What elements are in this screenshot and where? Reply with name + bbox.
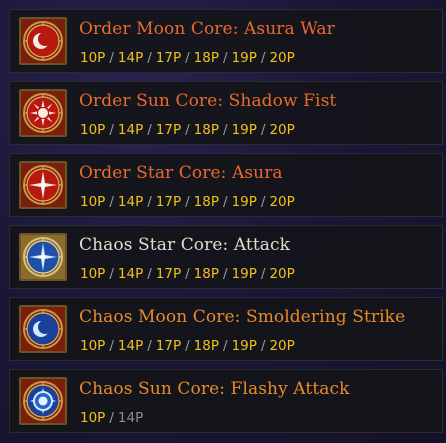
level-tag: 10P bbox=[80, 50, 106, 66]
level-tag: 18P bbox=[193, 122, 219, 138]
level-tag: 19P bbox=[231, 338, 257, 354]
level-list: 10P/14P/17P/18P/19P/20P bbox=[80, 50, 295, 66]
level-tag: 18P bbox=[193, 338, 219, 354]
level-list: 10P/14P/17P/18P/19P/20P bbox=[80, 266, 295, 282]
level-tag: 20P bbox=[269, 194, 295, 210]
level-tag: 17P bbox=[155, 194, 182, 210]
level-tag: 14P bbox=[117, 410, 144, 426]
level-list: 10P/14P/17P/18P/19P/20P bbox=[80, 194, 295, 210]
level-tag: 20P bbox=[269, 50, 295, 66]
level-tag: 10P bbox=[80, 410, 106, 426]
level-tag: 10P bbox=[80, 266, 106, 282]
sun-icon bbox=[19, 89, 67, 137]
level-list: 10P/14P/17P/18P/19P/20P bbox=[80, 338, 295, 354]
sun-icon bbox=[19, 377, 67, 425]
core-name: Order Sun Core: Shadow Fist bbox=[79, 91, 337, 111]
core-item-order-sun[interactable]: Order Sun Core: Shadow Fist 10P/14P/17P /… bbox=[9, 81, 443, 145]
level-tag: 17P bbox=[155, 50, 182, 66]
level-tag: 18P bbox=[193, 194, 219, 210]
level-tag: 14P bbox=[117, 122, 144, 138]
core-list: Order Moon Core: Asura War 10P/14P/17P/1… bbox=[0, 0, 446, 443]
core-item-chaos-moon[interactable]: Chaos Moon Core: Smoldering Strike 10P/1… bbox=[9, 297, 443, 361]
level-list: 10P/14P bbox=[80, 410, 144, 426]
level-tag: 19P bbox=[231, 50, 257, 66]
level-tag: 18P bbox=[193, 50, 219, 66]
level-tag: 19P bbox=[231, 122, 257, 138]
star-icon bbox=[19, 161, 67, 209]
level-tag: 14P bbox=[117, 338, 144, 354]
level-tag: 17P bbox=[155, 122, 182, 138]
level-tag: 14P bbox=[117, 194, 144, 210]
level-tag: 20P bbox=[269, 266, 295, 282]
moon-icon bbox=[19, 17, 67, 65]
level-tag: 20P bbox=[269, 338, 295, 354]
level-tag: 14P bbox=[117, 50, 144, 66]
level-tag: 10P bbox=[80, 122, 106, 138]
core-item-order-star[interactable]: Order Star Core: Asura 10P/14P/17P/18P/1… bbox=[9, 153, 443, 217]
level-tag: 18P bbox=[193, 266, 219, 282]
level-tag: 14P bbox=[117, 266, 144, 282]
level-tag: 10P bbox=[80, 338, 106, 354]
core-item-order-moon[interactable]: Order Moon Core: Asura War 10P/14P/17P/1… bbox=[9, 9, 443, 73]
core-name: Chaos Star Core: Attack bbox=[79, 235, 291, 255]
core-name: Order Star Core: Asura bbox=[79, 163, 283, 183]
level-tag: 10P bbox=[80, 194, 106, 210]
core-name: Chaos Sun Core: Flashy Attack bbox=[79, 379, 350, 399]
core-name: Chaos Moon Core: Smoldering Strike bbox=[79, 307, 406, 327]
moon-icon bbox=[19, 305, 67, 353]
core-item-chaos-star[interactable]: Chaos Star Core: Attack 10P/14P/17P/18P /… bbox=[9, 225, 443, 289]
level-tag: 20P bbox=[269, 122, 295, 138]
level-list: 10P/14P/17P/18P/19P/20P bbox=[80, 122, 295, 138]
level-tag: 19P bbox=[231, 266, 257, 282]
core-name: Order Moon Core: Asura War bbox=[79, 19, 335, 39]
core-item-chaos-sun[interactable]: Chaos Sun Core: Flashy Attack 10P/14P bbox=[9, 369, 443, 433]
level-tag: 19P bbox=[231, 194, 257, 210]
level-tag: 17P bbox=[155, 338, 182, 354]
level-tag: 17P bbox=[155, 266, 182, 282]
star-icon bbox=[19, 233, 67, 281]
